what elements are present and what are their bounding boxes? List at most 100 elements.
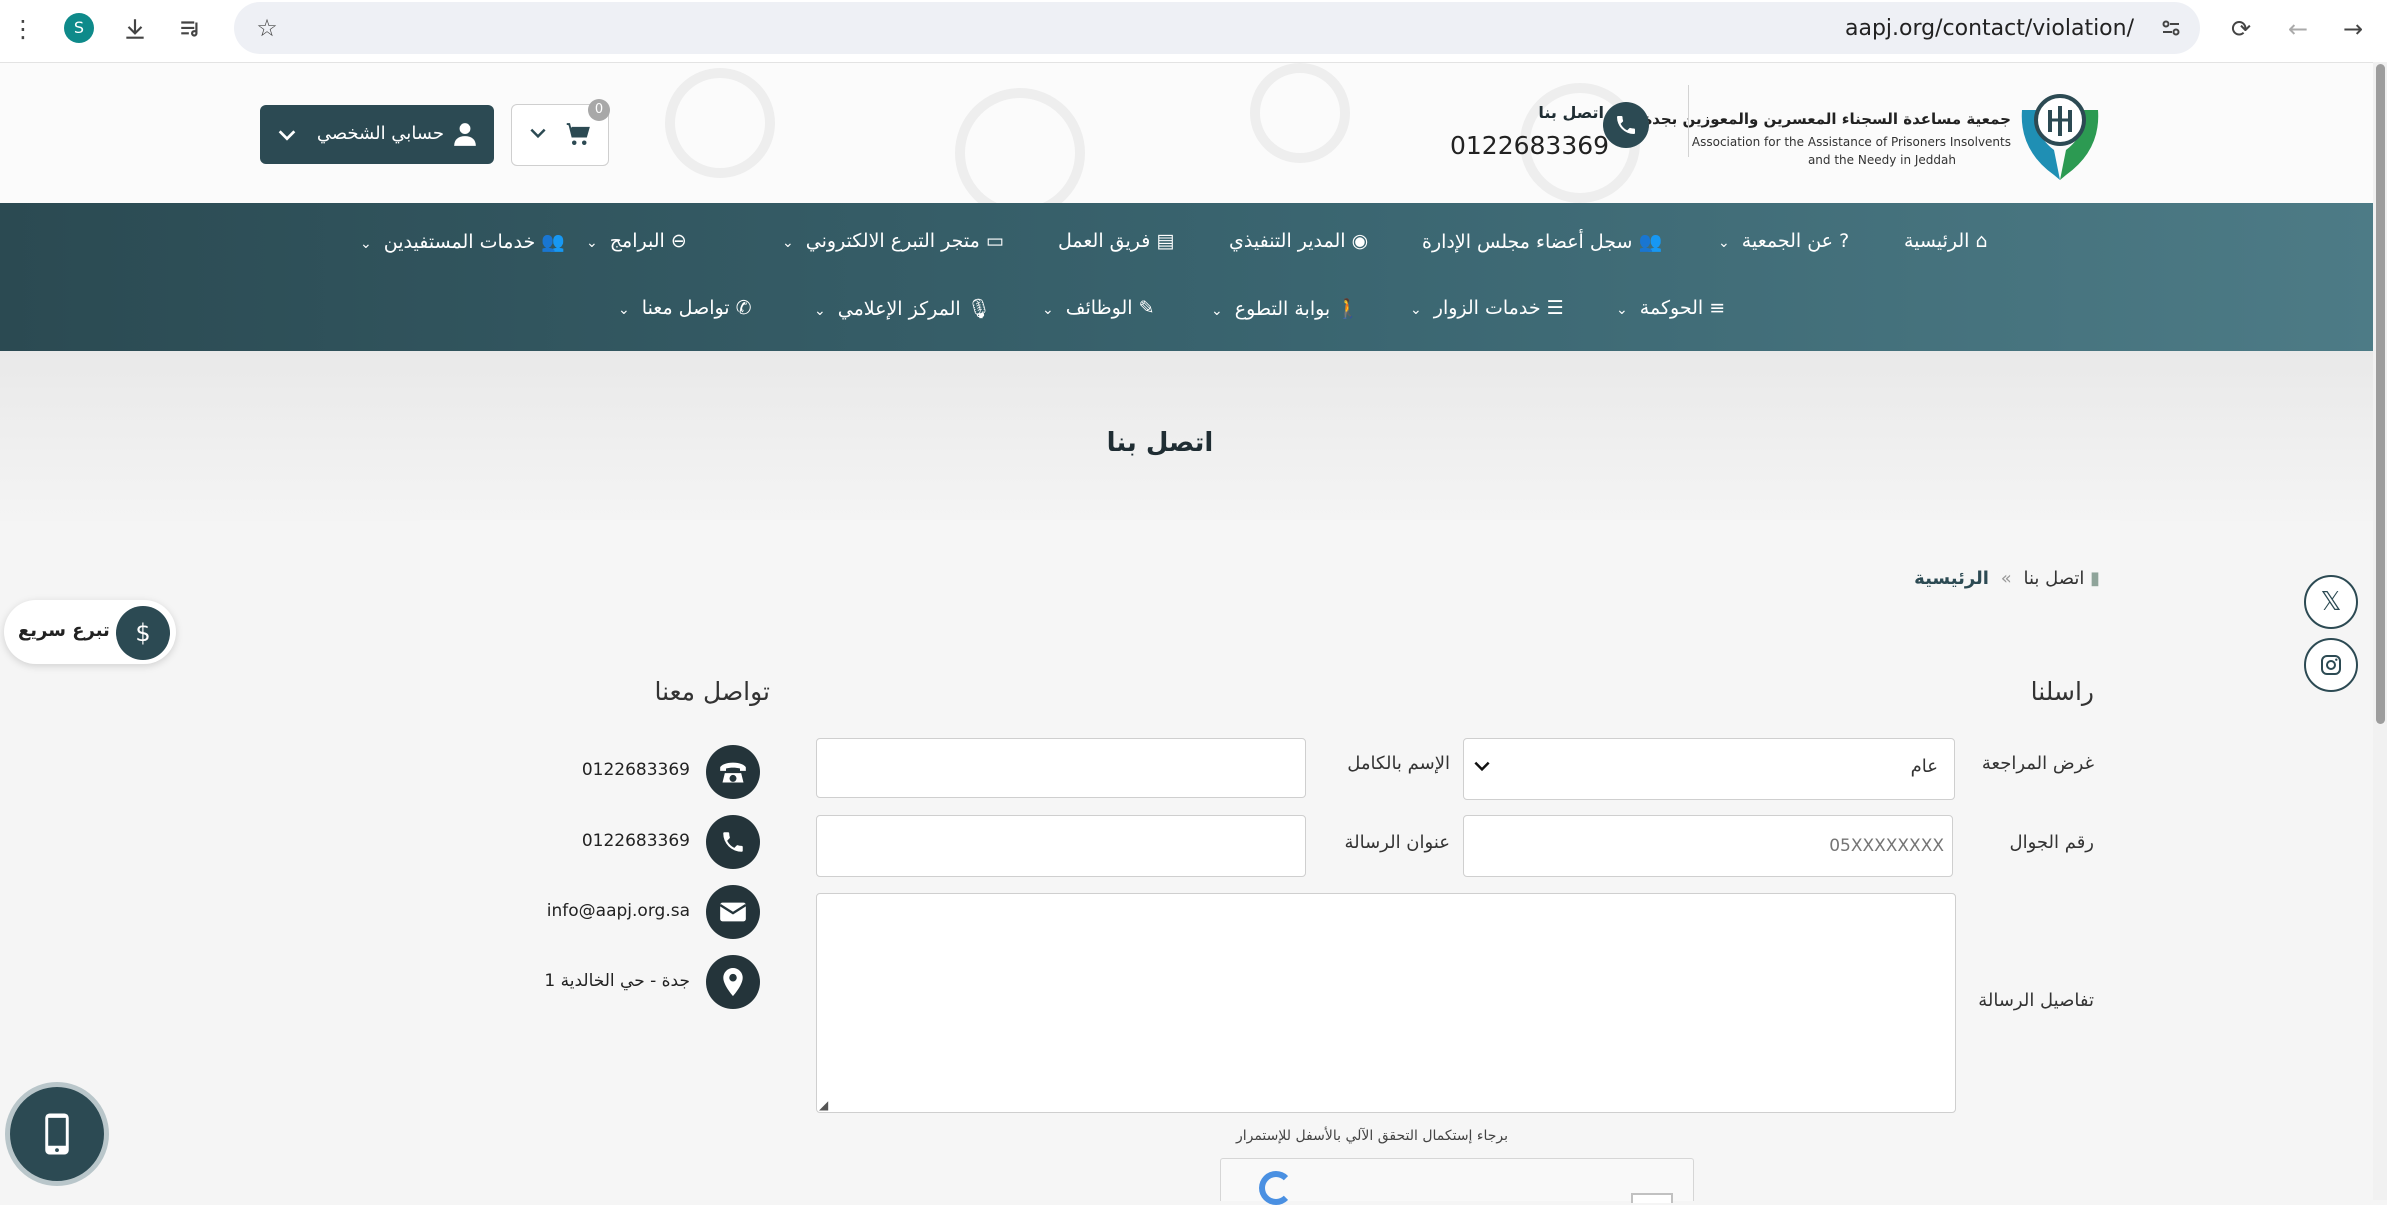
nav-work-team[interactable]: فريق العمل ▤ [1058,230,1174,252]
shopping-cart-icon [562,119,594,153]
purpose-selected-value: عام [1910,756,1938,777]
forward-arrow-icon[interactable]: → [2338,14,2368,44]
id-card-icon: ▤ [1156,230,1175,252]
nav-jobs-label: الوظائف [1065,297,1133,319]
nav-board-members-label: سجل أعضاء مجلس الإدارة [1422,231,1633,253]
nav-volunteer-portal[interactable]: ⌄ بوابة التطوع 🚶 [1205,297,1360,320]
credit-card-icon: ▭ [985,230,1004,252]
chevron-down-icon: ⌄ [360,236,372,252]
url-text[interactable]: aapj.org/contact/violation/ [1845,16,2134,41]
main-navigation [0,203,2373,351]
nav-executive-director[interactable]: المدير التنفيذي ◉ [1229,230,1368,252]
server-icon: ☰ [1546,297,1564,319]
recaptcha-checkbox[interactable] [1631,1193,1673,1203]
bookmark-star-icon[interactable]: ☆ [252,13,282,43]
kebab-menu-icon[interactable]: ⋮ [8,14,38,44]
captcha-note: برجاء إستكمال التحقق الآلي بالأسفل للإست… [1235,1128,1509,1144]
home-icon: ⌂ [1975,230,1988,252]
location-pin-icon [706,955,760,1009]
media-queue-icon[interactable] [176,14,206,44]
browser-toolbar: ⋮ S ☆ aapj.org/contact/violation/ ⟳ ← → [0,0,2387,63]
breadcrumb-separator: » [2000,568,2012,589]
form-heading: راسلنا [2030,677,2094,706]
details-textarea[interactable]: ◢ [816,893,1956,1113]
bookmark-icon: ▮ [2090,568,2100,589]
nav-about[interactable]: ⌄ عن الجمعية ? [1712,230,1849,252]
mobile-label: رقم الجوال [2009,832,2094,853]
breadcrumb-home[interactable]: الرئيسية [1914,568,1989,589]
nav-home-label: الرئيسية [1904,230,1970,252]
contact-mobile[interactable]: 0122683369 [520,831,690,851]
account-label: حسابي الشخصي [316,123,444,144]
contact-email[interactable]: info@aapj.org.sa [480,901,690,921]
envelope-icon [706,885,760,939]
site-logo[interactable]: جمعية مساعدة السجناء المعسرين والمعوزين … [1643,80,2106,190]
question-icon: ? [1839,230,1850,252]
nav-home[interactable]: الرئيسية ⌂ [1904,230,1988,252]
chevron-down-icon: ⌄ [782,235,794,251]
nav-media-center[interactable]: ⌄ المركز الإعلامي 🎙 [808,297,991,320]
cart-count-badge: 0 [588,99,610,121]
instagram-button[interactable] [2304,638,2358,692]
purpose-label: غرض المراجعة [1981,753,2094,774]
twitter-x-button[interactable]: 𝕏 [2304,575,2358,629]
mobile-phone-icon [45,1113,69,1155]
chevron-down-icon: ⌄ [1211,303,1223,319]
chevron-down-icon: ⌄ [1718,235,1730,251]
profile-avatar[interactable]: S [64,13,94,43]
nav-governance-label: الحوكمة [1639,297,1704,319]
account-menu-button[interactable]: حسابي الشخصي [260,105,494,164]
header-contact-phone[interactable]: 0122683369 [1450,131,1609,160]
subject-input[interactable] [816,815,1306,877]
fullname-input[interactable] [816,738,1306,798]
contact-telephone[interactable]: 0122683369 [520,760,690,780]
nav-contact-us[interactable]: ⌄ تواصل معنا ✆ [612,297,752,319]
edit-icon: ✎ [1138,297,1155,319]
quick-donate-label: تبرع سريع [18,620,110,641]
page-title: اتصل بنا [1106,428,1214,458]
quick-donate-widget[interactable]: تبرع سريع $ [4,600,176,664]
nav-beneficiary-services[interactable]: ⌄ خدمات المستفيدين 👥 [354,230,565,253]
back-arrow-icon[interactable]: ← [2283,14,2313,44]
cart-button[interactable]: 0 [511,99,610,166]
chevron-down-icon [1472,756,1492,780]
recaptcha-widget[interactable] [1220,1158,1694,1205]
reload-icon[interactable]: ⟳ [2226,14,2256,44]
chevron-down-icon: ⌄ [586,235,598,251]
address-bar[interactable]: ☆ aapj.org/contact/violation/ [234,2,2200,54]
mobile-app-button[interactable] [5,1082,109,1186]
download-icon[interactable] [120,14,150,44]
header-phone-icon[interactable] [1603,102,1649,148]
chevron-down-icon [276,124,298,150]
phone-icon [706,815,760,869]
logo-english-line1: Association for the Assistance of Prison… [1691,135,2011,149]
nav-media-center-label: المركز الإعلامي [837,298,961,320]
chevron-down-icon: ⌄ [814,303,826,319]
nav-executive-director-label: المدير التنفيذي [1229,230,1346,252]
resize-handle-icon[interactable]: ◢ [819,1098,828,1112]
nav-governance[interactable]: ⌄ الحوكمة ≡ [1610,297,1725,319]
microphone-icon: 🎙 [966,298,991,320]
chevron-down-icon: ⌄ [1410,302,1422,318]
mobile-input[interactable] [1463,815,1953,877]
logo-arabic-name: جمعية مساعدة السجناء المعسرين والمعوزين … [1643,110,2011,128]
contact-heading: تواصل معنا [654,677,770,706]
x-logo-icon: 𝕏 [2320,587,2342,617]
fullname-label: الإسم بالكامل [1347,753,1450,774]
scrollbar-thumb[interactable] [2376,64,2385,724]
breadcrumb: اتصل بنا » الرئيسية ▮ [1900,568,2100,589]
bars-icon: ≡ [1709,297,1726,319]
arrow-circle-icon: ⊖ [670,230,687,252]
breadcrumb-current: اتصل بنا [2023,568,2085,589]
nav-donation-store[interactable]: ⌄ متجر التبرع الالكتروني ▭ [776,230,1004,252]
nav-volunteer-portal-label: بوابة التطوع [1234,298,1331,320]
chevron-down-icon: ⌄ [618,302,630,318]
person-icon: 🚶 [1336,298,1360,320]
nav-board-members[interactable]: سجل أعضاء مجلس الإدارة 👥 [1422,230,1662,253]
purpose-select[interactable]: عام [1463,738,1955,800]
logo-english-line2: and the Needy in Jeddah [1807,153,1956,167]
nav-jobs[interactable]: ⌄ الوظائف ✎ [1036,297,1155,319]
nav-visitor-services[interactable]: ⌄ خدمات الزوار ☰ [1404,297,1564,319]
nav-programs[interactable]: ⌄ البرامج ⊖ [580,230,687,252]
site-settings-icon[interactable] [2156,13,2186,43]
